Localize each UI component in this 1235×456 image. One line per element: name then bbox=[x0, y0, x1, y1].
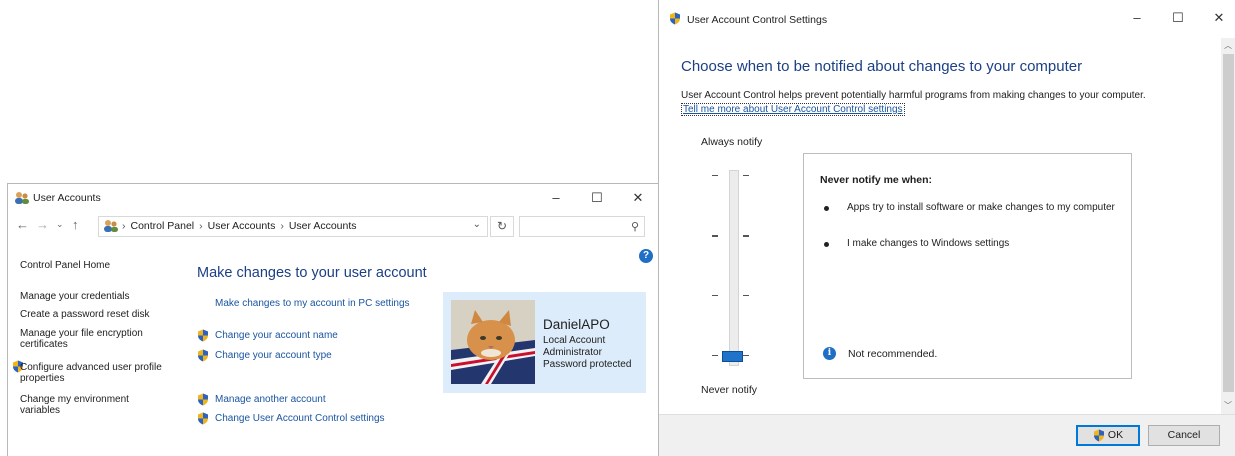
uac-description: User Account Control helps prevent poten… bbox=[681, 90, 1146, 101]
recent-locations-chevron-icon[interactable]: ⌄ bbox=[56, 219, 64, 230]
search-input[interactable]: ⚲ bbox=[519, 216, 645, 237]
search-icon: ⚲ bbox=[630, 221, 639, 233]
users-icon bbox=[103, 219, 119, 236]
bullet-icon bbox=[824, 242, 829, 247]
slider-track[interactable] bbox=[729, 170, 739, 366]
back-arrow-icon[interactable]: ← bbox=[16, 217, 29, 232]
sidebar-password-reset-disk[interactable]: Create a password reset disk bbox=[20, 309, 150, 320]
sidebar-file-encryption[interactable]: Manage your file encryption certificates bbox=[20, 328, 170, 350]
change-account-type-link[interactable]: Change your account type bbox=[197, 349, 332, 362]
scroll-down-icon[interactable]: ﹀ bbox=[1224, 400, 1232, 411]
ok-label: OK bbox=[1107, 429, 1124, 441]
change-account-name-link[interactable]: Change your account name bbox=[197, 329, 338, 342]
dialog-footer: OK Cancel bbox=[659, 414, 1235, 456]
password-status: Password protected bbox=[543, 359, 632, 370]
scroll-thumb[interactable] bbox=[1223, 54, 1234, 392]
scroll-up-icon[interactable]: ︿ bbox=[1224, 40, 1232, 51]
pc-settings-link[interactable]: Make changes to my account in PC setting… bbox=[215, 298, 410, 309]
ok-button[interactable]: OK bbox=[1076, 425, 1140, 446]
page-heading: Choose when to be notified about changes… bbox=[681, 58, 1083, 75]
manage-another-account-link[interactable]: Manage another account bbox=[197, 393, 326, 406]
slider-tick bbox=[743, 235, 749, 237]
slider-bottom-label: Never notify bbox=[701, 384, 758, 396]
slider-thumb[interactable] bbox=[722, 351, 743, 362]
slider-tick bbox=[743, 175, 749, 176]
vertical-scrollbar[interactable]: ︿ ﹀ bbox=[1221, 38, 1235, 414]
breadcrumb[interactable]: › Control Panel › User Accounts › User Accoun… bbox=[98, 216, 488, 237]
avatar bbox=[451, 300, 535, 384]
maximize-button[interactable]: ☐ bbox=[580, 184, 614, 211]
uac-shield-icon bbox=[197, 349, 209, 362]
minimize-button[interactable]: – bbox=[539, 184, 573, 211]
learn-more-link[interactable]: Tell me more about User Account Control … bbox=[681, 103, 905, 116]
sidebar-environment-variables[interactable]: Change my environment variables bbox=[20, 394, 170, 416]
breadcrumb-user-accounts[interactable]: User Accounts bbox=[208, 220, 276, 232]
sidebar-advanced-profile[interactable]: Configure advanced user profile properti… bbox=[20, 362, 170, 384]
sidebar-control-panel-home[interactable]: Control Panel Home bbox=[20, 260, 110, 271]
forward-arrow-icon[interactable]: → bbox=[36, 217, 49, 232]
level-description-panel: Never notify me when: Apps try to instal… bbox=[803, 153, 1132, 379]
page-heading: Make changes to your user account bbox=[197, 265, 427, 281]
change-account-type-label: Change your account type bbox=[215, 350, 332, 362]
user-accounts-window: User Accounts – ☐ ✕ ← → ⌄ ↑ › Control Pan… bbox=[7, 183, 659, 456]
close-button[interactable]: ✕ bbox=[621, 184, 655, 211]
account-role: Administrator bbox=[543, 347, 602, 358]
up-arrow-icon[interactable]: ↑ bbox=[72, 217, 79, 232]
slider-tick bbox=[712, 295, 718, 296]
bullet-icon bbox=[824, 206, 829, 211]
close-button[interactable]: ✕ bbox=[1202, 4, 1235, 31]
uac-shield-icon bbox=[197, 329, 209, 342]
change-uac-settings-label: Change User Account Control settings bbox=[215, 413, 385, 425]
recommendation-text: Not recommended. bbox=[848, 348, 938, 360]
help-icon[interactable]: ? bbox=[639, 249, 653, 263]
uac-settings-window: User Account Control Settings – ☐ ✕ Choo… bbox=[658, 0, 1235, 456]
slider-tick bbox=[743, 295, 749, 296]
maximize-button[interactable]: ☐ bbox=[1161, 4, 1195, 31]
panel-title: Never notify me when: bbox=[820, 174, 933, 186]
uac-shield-icon bbox=[669, 12, 681, 25]
user-card: DanielAPO Local Account Administrator Pa… bbox=[443, 292, 646, 393]
cancel-button[interactable]: Cancel bbox=[1148, 425, 1220, 446]
change-account-name-label: Change your account name bbox=[215, 330, 338, 342]
manage-another-account-label: Manage another account bbox=[215, 394, 326, 406]
users-icon bbox=[14, 191, 30, 205]
uac-shield-icon bbox=[1093, 429, 1105, 442]
list-item-text: Apps try to install software or make cha… bbox=[847, 202, 1115, 213]
title-bar: User Accounts – ☐ ✕ bbox=[8, 184, 658, 211]
chevron-down-icon[interactable]: ⌄ bbox=[473, 219, 481, 230]
uac-shield-icon bbox=[197, 393, 209, 406]
user-name: DanielAPO bbox=[543, 317, 610, 332]
address-bar: ← → ⌄ ↑ › Control Panel › User Accounts › Use… bbox=[8, 214, 658, 238]
list-item-text: I make changes to Windows settings bbox=[847, 238, 1010, 249]
uac-shield-icon bbox=[197, 412, 209, 425]
minimize-button[interactable]: – bbox=[1120, 4, 1154, 31]
slider-tick bbox=[712, 355, 718, 356]
slider-top-label: Always notify bbox=[701, 136, 763, 148]
account-kind: Local Account bbox=[543, 335, 606, 346]
change-uac-settings-link[interactable]: Change User Account Control settings bbox=[197, 412, 385, 425]
breadcrumb-control-panel[interactable]: Control Panel bbox=[131, 220, 195, 232]
window-title: User Account Control Settings bbox=[687, 14, 828, 26]
refresh-icon[interactable]: ↻ bbox=[490, 216, 514, 237]
breadcrumb-current[interactable]: User Accounts bbox=[289, 220, 357, 232]
sidebar-manage-credentials[interactable]: Manage your credentials bbox=[20, 291, 130, 302]
slider-tick bbox=[743, 355, 749, 356]
slider-tick bbox=[712, 235, 718, 237]
slider-tick bbox=[712, 175, 718, 176]
info-icon: i bbox=[823, 347, 836, 360]
window-title: User Accounts bbox=[33, 192, 101, 204]
